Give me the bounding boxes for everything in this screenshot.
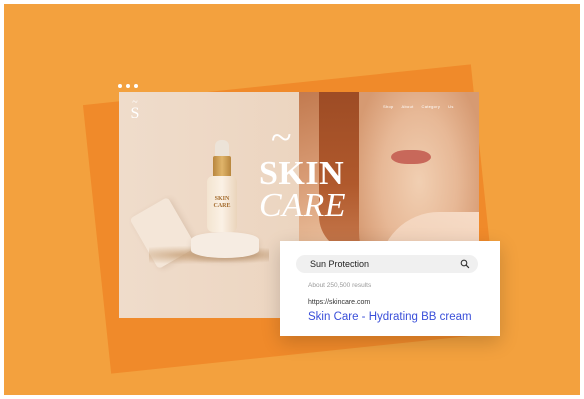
window-dots	[118, 84, 138, 88]
bottle-label: SKIN CARE	[207, 196, 237, 210]
bottle-label-line2: CARE	[213, 203, 231, 209]
result-url[interactable]: https://skincare.com	[308, 299, 370, 306]
window-dot	[118, 84, 122, 88]
model-lips	[391, 150, 431, 164]
search-icon[interactable]	[460, 259, 470, 269]
result-title-link[interactable]: Skin Care - Hydrating BB cream	[308, 311, 472, 323]
illustration-canvas: SKIN CARE ~ S Shop About Category Us ~ S…	[4, 4, 580, 395]
hero-title-line2: CARE	[259, 187, 346, 224]
title-mark: ~	[271, 117, 292, 159]
logo-letter: S	[130, 105, 140, 122]
search-query: Sun Protection	[310, 259, 370, 269]
brand-logo[interactable]: ~ S	[129, 98, 141, 122]
nav-item-us[interactable]: Us	[448, 104, 454, 109]
window-dot	[126, 84, 130, 88]
window-dot	[134, 84, 138, 88]
search-input[interactable]: Sun Protection	[296, 255, 478, 273]
bottle-cap	[213, 156, 231, 178]
top-nav: Shop About Category Us	[383, 104, 454, 109]
search-result-card: Sun Protection About 250,500 results htt…	[280, 241, 500, 336]
bottle-label-line1: SKIN	[214, 196, 230, 202]
result-count: About 250,500 results	[308, 282, 372, 289]
serum-bottle: SKIN CARE	[207, 176, 237, 232]
hero-title: SKIN CARE	[259, 155, 346, 224]
product-pedestal	[191, 232, 259, 258]
hero-title-line1: SKIN	[259, 155, 345, 192]
nav-item-about[interactable]: About	[402, 104, 414, 109]
nav-item-shop[interactable]: Shop	[383, 104, 394, 109]
nav-item-category[interactable]: Category	[422, 104, 441, 109]
